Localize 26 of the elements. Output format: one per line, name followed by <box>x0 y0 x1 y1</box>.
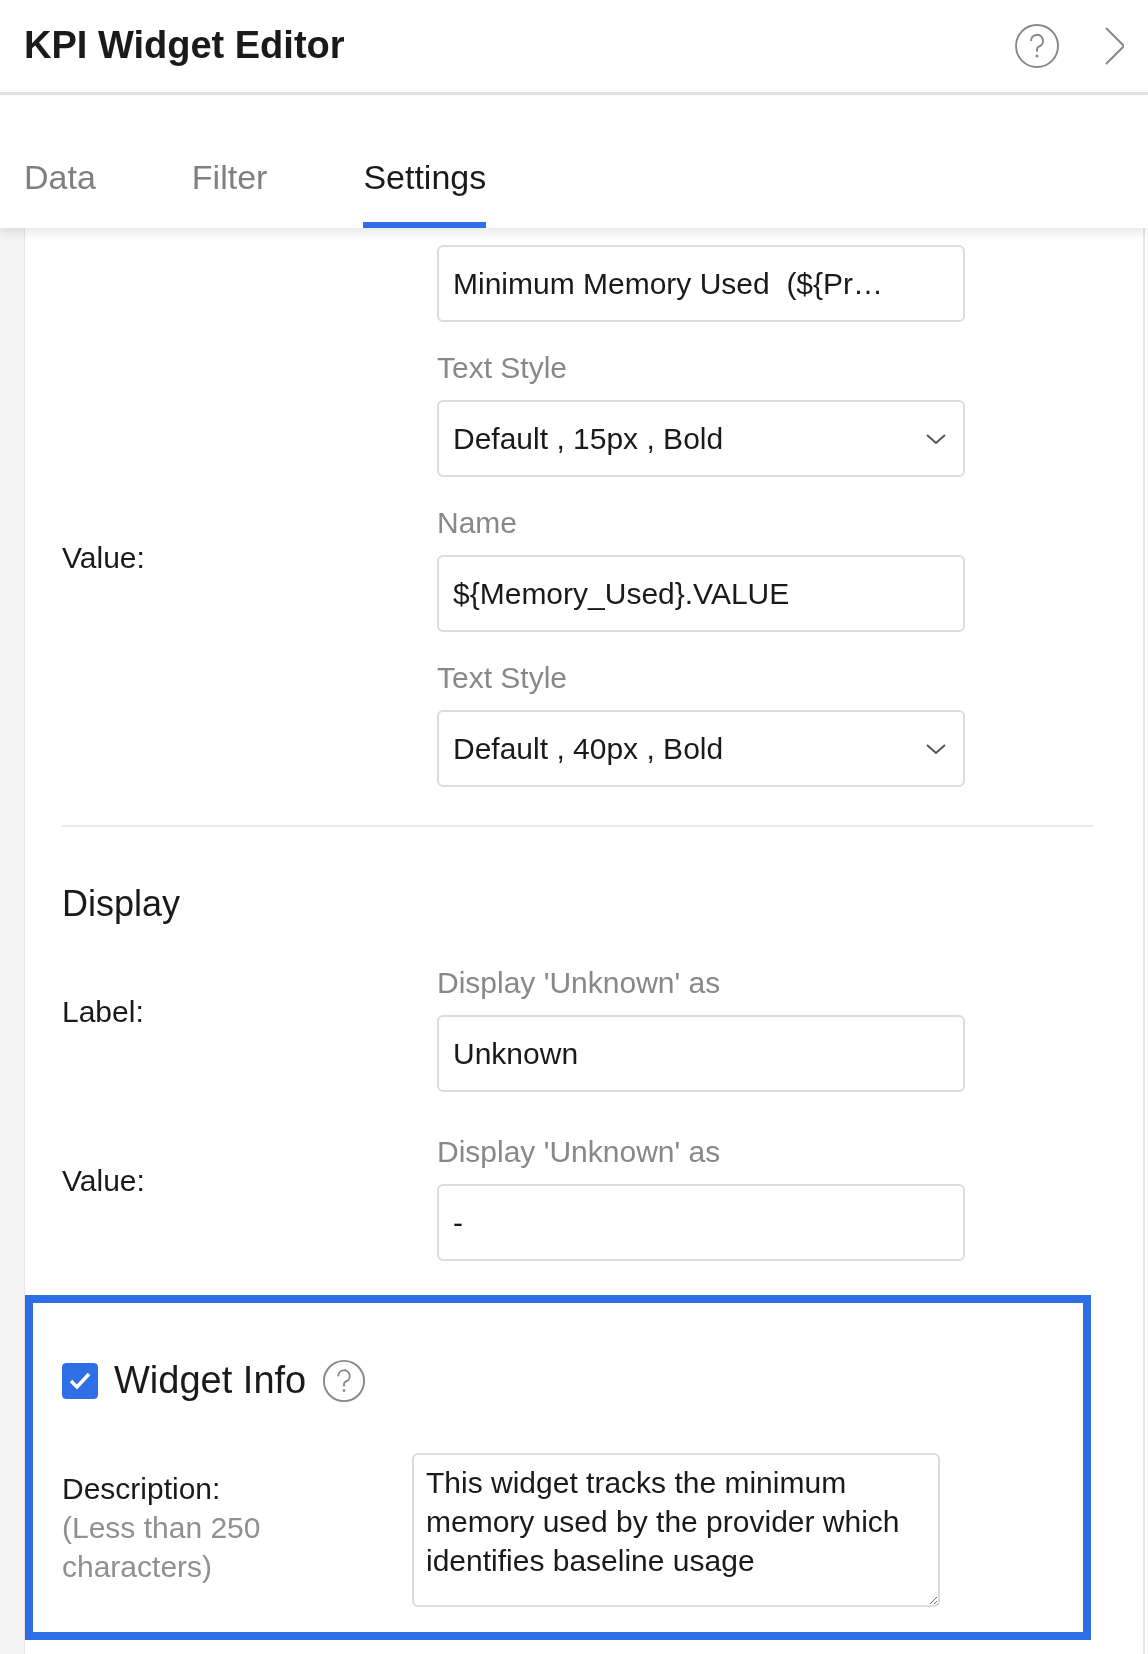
field-caption: Display 'Unknown' as <box>437 965 722 1002</box>
field-label: Value: <box>62 540 146 576</box>
select-field[interactable]: Default , 40px , Bold <box>437 710 965 787</box>
checkbox[interactable] <box>62 1362 98 1399</box>
tab[interactable]: Filter <box>191 157 268 228</box>
field-label: Value: <box>62 1163 146 1200</box>
input-field[interactable]: Unknown <box>437 1015 965 1093</box>
input-field[interactable]: ${Memory_Used}.VALUE <box>437 555 965 632</box>
field-label: Description: <box>62 1471 222 1508</box>
select-field[interactable]: Default , 15px , Bold <box>437 400 965 477</box>
description-field[interactable]: This widget tracks the minimum memory used by the provider which identifies baseline usage <box>412 1453 940 1608</box>
tab[interactable]: Settings <box>363 157 487 228</box>
help-icon[interactable] <box>1014 23 1060 69</box>
section-heading: Widget Info <box>114 1358 307 1404</box>
field-caption: Name <box>437 505 519 541</box>
field-hint: (Less than 250 characters) <box>62 1510 262 1586</box>
section-heading: Display <box>62 882 182 926</box>
field-caption: Text Style <box>437 660 569 696</box>
input-field[interactable]: Minimum Memory Used (${Pr… <box>437 245 965 322</box>
input-field[interactable]: - <box>437 1184 965 1262</box>
field-caption: Display 'Unknown' as <box>437 1134 722 1171</box>
help-icon[interactable] <box>322 1358 367 1403</box>
tab[interactable]: Data <box>24 157 96 228</box>
field-caption: Text Style <box>437 350 569 386</box>
window-title: KPI Widget Editor <box>24 23 346 69</box>
field-label: Label: <box>62 994 145 1031</box>
